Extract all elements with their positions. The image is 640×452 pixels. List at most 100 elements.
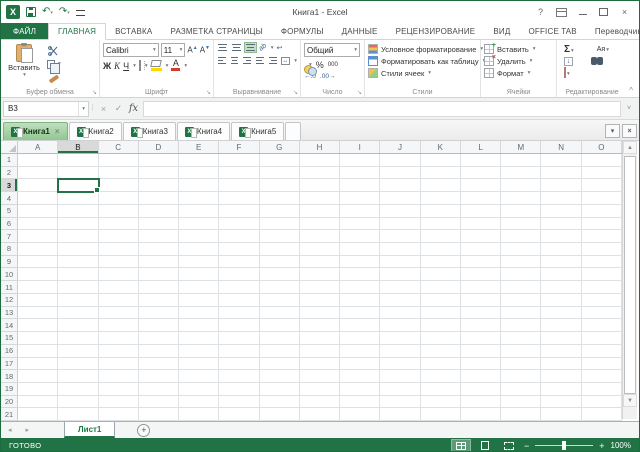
cell-B17[interactable] [58, 358, 98, 371]
cell-I6[interactable] [340, 218, 380, 231]
cell-J5[interactable] [380, 205, 420, 218]
cell-O4[interactable] [582, 192, 622, 205]
cell-D13[interactable] [139, 307, 179, 320]
cell-O7[interactable] [582, 230, 622, 243]
undo-button[interactable]: ↶▾ [42, 7, 53, 17]
cell-F5[interactable] [219, 205, 259, 218]
cell-C13[interactable] [99, 307, 139, 320]
ribbon-tab-формулы[interactable]: ФОРМУЛЫ [272, 23, 333, 39]
cell-J18[interactable] [380, 370, 420, 383]
font-size-select[interactable]: 11▾ [161, 43, 186, 57]
cell-J3[interactable] [380, 179, 420, 192]
cell-L17[interactable] [461, 358, 501, 371]
ribbon-tab-данные[interactable]: ДАННЫЕ [333, 23, 387, 39]
insert-cells-button[interactable]: + Вставить▾ [484, 44, 553, 54]
cell-E5[interactable] [179, 205, 219, 218]
cell-L8[interactable] [461, 243, 501, 256]
cell-G18[interactable] [260, 370, 300, 383]
cell-C12[interactable] [99, 294, 139, 307]
cell-O19[interactable] [582, 383, 622, 396]
cell-A9[interactable] [18, 256, 58, 269]
cell-C15[interactable] [99, 332, 139, 345]
cell-E16[interactable] [179, 345, 219, 358]
zoom-slider[interactable] [535, 445, 593, 446]
underline-dropdown[interactable]: ▾ [133, 63, 136, 69]
cell-K18[interactable] [421, 370, 461, 383]
cell-O6[interactable] [582, 218, 622, 231]
ribbon-display-options-button[interactable] [553, 5, 570, 19]
cell-K1[interactable] [421, 154, 461, 167]
office-tab-stub[interactable] [285, 122, 301, 140]
font-color-button[interactable]: А [171, 60, 180, 71]
cell-L9[interactable] [461, 256, 501, 269]
cell-G5[interactable] [260, 205, 300, 218]
cell-N6[interactable] [541, 218, 581, 231]
copy-button[interactable]: ▾ [44, 58, 63, 70]
cell-C21[interactable] [99, 408, 139, 421]
cell-A19[interactable] [18, 383, 58, 396]
column-header-F[interactable]: F [219, 141, 259, 153]
cell-F2[interactable] [219, 167, 259, 180]
font-color-dropdown[interactable]: ▾ [184, 63, 187, 69]
cell-N9[interactable] [541, 256, 581, 269]
cell-J10[interactable] [380, 268, 420, 281]
cancel-button[interactable]: × [96, 101, 111, 117]
cell-C5[interactable] [99, 205, 139, 218]
cell-K14[interactable] [421, 319, 461, 332]
cell-F6[interactable] [219, 218, 259, 231]
cell-J14[interactable] [380, 319, 420, 332]
cell-I8[interactable] [340, 243, 380, 256]
cell-N1[interactable] [541, 154, 581, 167]
increase-indent-button[interactable] [268, 56, 278, 65]
cell-B6[interactable] [58, 218, 98, 231]
cell-H2[interactable] [300, 167, 340, 180]
cell-D18[interactable] [139, 370, 179, 383]
cell-K13[interactable] [421, 307, 461, 320]
align-middle-button[interactable] [231, 43, 242, 52]
cell-A17[interactable] [18, 358, 58, 371]
row-header-14[interactable]: 14 [1, 319, 18, 332]
cell-D11[interactable] [139, 281, 179, 294]
formula-bar-splitter[interactable]: ⁞ [89, 105, 96, 112]
wrap-text-button[interactable]: ↩ [277, 44, 283, 52]
cell-O13[interactable] [582, 307, 622, 320]
cell-H16[interactable] [300, 345, 340, 358]
cell-F18[interactable] [219, 370, 259, 383]
cell-F7[interactable] [219, 230, 259, 243]
cell-J16[interactable] [380, 345, 420, 358]
cell-O17[interactable] [582, 358, 622, 371]
cell-D4[interactable] [139, 192, 179, 205]
cell-M7[interactable] [501, 230, 541, 243]
cell-M17[interactable] [501, 358, 541, 371]
font-name-select[interactable]: Calibri▾ [103, 43, 159, 57]
cell-E9[interactable] [179, 256, 219, 269]
ribbon-tab-главная[interactable]: ГЛАВНАЯ [48, 23, 106, 40]
cell-E17[interactable] [179, 358, 219, 371]
cell-K4[interactable] [421, 192, 461, 205]
cell-N11[interactable] [541, 281, 581, 294]
cell-N15[interactable] [541, 332, 581, 345]
vertical-scrollbar-thumb[interactable] [624, 156, 636, 394]
name-box-dropdown-icon[interactable]: ▾ [78, 102, 88, 116]
cell-N16[interactable] [541, 345, 581, 358]
cell-J8[interactable] [380, 243, 420, 256]
column-header-D[interactable]: D [139, 141, 179, 153]
cell-N13[interactable] [541, 307, 581, 320]
cell-O15[interactable] [582, 332, 622, 345]
cell-E20[interactable] [179, 396, 219, 409]
cell-C1[interactable] [99, 154, 139, 167]
cell-B8[interactable] [58, 243, 98, 256]
cell-G7[interactable] [260, 230, 300, 243]
spreadsheet-grid[interactable]: 123456789101112131415161718192021 [1, 154, 622, 421]
cell-G20[interactable] [260, 396, 300, 409]
cell-K3[interactable] [421, 179, 461, 192]
maximize-button[interactable] [595, 5, 612, 19]
cell-B3[interactable] [58, 179, 98, 192]
cell-G3[interactable] [260, 179, 300, 192]
customize-qat-icon[interactable] [76, 10, 85, 16]
page-break-view-button[interactable] [500, 440, 518, 452]
cell-A20[interactable] [18, 396, 58, 409]
cell-M8[interactable] [501, 243, 541, 256]
cell-O12[interactable] [582, 294, 622, 307]
cell-N4[interactable] [541, 192, 581, 205]
